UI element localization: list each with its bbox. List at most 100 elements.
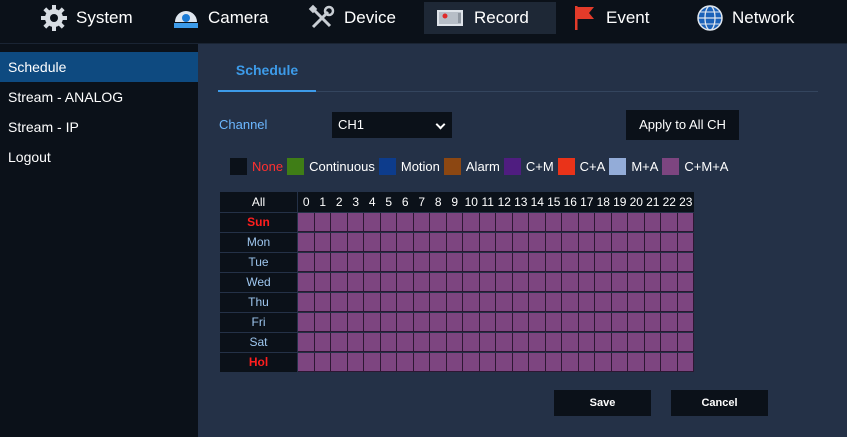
schedule-slot[interactable] — [677, 353, 694, 372]
schedule-slot[interactable] — [644, 233, 661, 252]
schedule-slot[interactable] — [463, 293, 480, 312]
day-header-wed[interactable]: Wed — [220, 273, 297, 292]
schedule-slot[interactable] — [677, 333, 694, 352]
schedule-slot[interactable] — [529, 213, 546, 232]
schedule-slot[interactable] — [562, 213, 579, 232]
cancel-button[interactable]: Cancel — [671, 390, 768, 416]
schedule-slot[interactable] — [611, 293, 628, 312]
hour-header-20[interactable]: 20 — [628, 192, 645, 212]
schedule-slot[interactable] — [512, 213, 529, 232]
schedule-slot[interactable] — [298, 313, 315, 332]
schedule-slot[interactable] — [644, 313, 661, 332]
hour-header-7[interactable]: 7 — [413, 192, 430, 212]
schedule-slot[interactable] — [446, 333, 463, 352]
hour-header-21[interactable]: 21 — [644, 192, 661, 212]
nav-system[interactable]: System — [30, 2, 143, 34]
legend-swatch[interactable] — [378, 157, 396, 175]
save-button[interactable]: Save — [554, 390, 651, 416]
hour-header-5[interactable]: 5 — [380, 192, 397, 212]
schedule-slot[interactable] — [314, 273, 331, 292]
schedule-slot[interactable] — [430, 313, 447, 332]
schedule-slot[interactable] — [446, 293, 463, 312]
schedule-slot[interactable] — [413, 333, 430, 352]
schedule-slot[interactable] — [677, 293, 694, 312]
schedule-slot[interactable] — [578, 273, 595, 292]
schedule-slot[interactable] — [644, 353, 661, 372]
schedule-slot[interactable] — [512, 253, 529, 272]
schedule-slot[interactable] — [347, 353, 364, 372]
day-header-fri[interactable]: Fri — [220, 313, 297, 332]
schedule-slot[interactable] — [628, 293, 645, 312]
schedule-slot[interactable] — [496, 293, 513, 312]
select-all-cell[interactable]: All — [220, 192, 297, 212]
schedule-slot[interactable] — [397, 253, 414, 272]
schedule-slot[interactable] — [347, 253, 364, 272]
schedule-slot[interactable] — [545, 313, 562, 332]
schedule-slot[interactable] — [512, 313, 529, 332]
schedule-slot[interactable] — [578, 353, 595, 372]
schedule-slot[interactable] — [562, 273, 579, 292]
schedule-slot[interactable] — [545, 253, 562, 272]
schedule-slot[interactable] — [677, 313, 694, 332]
schedule-slot[interactable] — [595, 313, 612, 332]
schedule-slot[interactable] — [677, 213, 694, 232]
schedule-slot[interactable] — [364, 293, 381, 312]
schedule-slot[interactable] — [364, 313, 381, 332]
schedule-slot[interactable] — [595, 333, 612, 352]
schedule-slot[interactable] — [380, 213, 397, 232]
schedule-slot[interactable] — [661, 253, 678, 272]
day-header-thu[interactable]: Thu — [220, 293, 297, 312]
schedule-slot[interactable] — [479, 313, 496, 332]
schedule-slot[interactable] — [611, 333, 628, 352]
schedule-slot[interactable] — [496, 253, 513, 272]
hour-header-6[interactable]: 6 — [397, 192, 414, 212]
schedule-slot[interactable] — [463, 353, 480, 372]
schedule-slot[interactable] — [413, 313, 430, 332]
schedule-slot[interactable] — [512, 333, 529, 352]
schedule-slot[interactable] — [298, 353, 315, 372]
schedule-slot[interactable] — [661, 353, 678, 372]
nav-network[interactable]: Network — [686, 2, 804, 34]
sidebar-item-schedule[interactable]: Schedule — [0, 52, 198, 82]
schedule-slot[interactable] — [446, 253, 463, 272]
schedule-slot[interactable] — [397, 293, 414, 312]
schedule-slot[interactable] — [380, 233, 397, 252]
schedule-slot[interactable] — [364, 353, 381, 372]
day-header-tue[interactable]: Tue — [220, 253, 297, 272]
schedule-slot[interactable] — [512, 353, 529, 372]
hour-header-18[interactable]: 18 — [595, 192, 612, 212]
schedule-slot[interactable] — [529, 293, 546, 312]
schedule-slot[interactable] — [413, 273, 430, 292]
legend-swatch[interactable] — [230, 157, 247, 175]
schedule-slot[interactable] — [545, 293, 562, 312]
nav-camera[interactable]: Camera — [162, 2, 278, 34]
schedule-slot[interactable] — [529, 273, 546, 292]
schedule-slot[interactable] — [314, 213, 331, 232]
schedule-slot[interactable] — [611, 313, 628, 332]
schedule-slot[interactable] — [463, 253, 480, 272]
hour-header-22[interactable]: 22 — [661, 192, 678, 212]
schedule-slot[interactable] — [380, 313, 397, 332]
schedule-slot[interactable] — [545, 233, 562, 252]
schedule-slot[interactable] — [331, 293, 348, 312]
schedule-slot[interactable] — [463, 213, 480, 232]
schedule-slot[interactable] — [578, 293, 595, 312]
schedule-slot[interactable] — [611, 253, 628, 272]
schedule-slot[interactable] — [545, 353, 562, 372]
schedule-slot[interactable] — [628, 313, 645, 332]
schedule-slot[interactable] — [578, 333, 595, 352]
schedule-slot[interactable] — [595, 233, 612, 252]
schedule-slot[interactable] — [413, 253, 430, 272]
schedule-slot[interactable] — [331, 253, 348, 272]
schedule-slot[interactable] — [430, 333, 447, 352]
schedule-slot[interactable] — [347, 213, 364, 232]
schedule-slot[interactable] — [661, 333, 678, 352]
schedule-slot[interactable] — [529, 353, 546, 372]
schedule-slot[interactable] — [430, 233, 447, 252]
schedule-slot[interactable] — [298, 233, 315, 252]
schedule-slot[interactable] — [512, 293, 529, 312]
hour-header-11[interactable]: 11 — [479, 192, 496, 212]
schedule-slot[interactable] — [479, 233, 496, 252]
schedule-slot[interactable] — [677, 233, 694, 252]
day-header-hol[interactable]: Hol — [220, 353, 297, 372]
